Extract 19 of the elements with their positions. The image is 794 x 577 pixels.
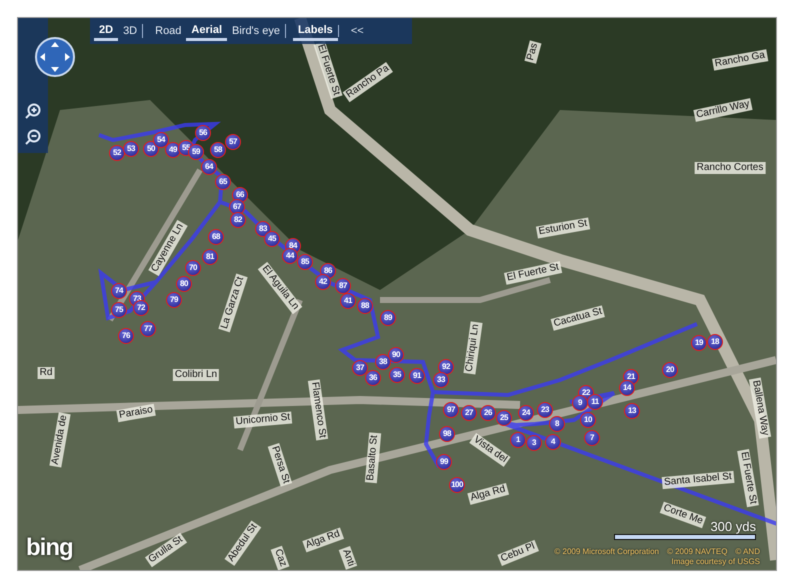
view-tab[interactable]: Bird's eye [227, 20, 285, 42]
zoom-out-icon[interactable] [24, 128, 42, 146]
street-label: Colibri Ln [172, 369, 220, 381]
copyright-text: © 2009 NAVTEQ [666, 547, 728, 556]
view-tab[interactable]: Labels [292, 21, 338, 41]
logo: bing [26, 534, 73, 562]
view-tab[interactable]: 2D [94, 21, 118, 41]
street-label: Rancho Cortes [694, 162, 766, 174]
view-tab[interactable]: << [346, 20, 369, 42]
pan-control-icon[interactable] [34, 36, 76, 78]
street-label: Rd [38, 367, 54, 379]
view-tab[interactable]: Road [150, 20, 186, 42]
image-credit: Image courtesy of USGS [672, 557, 760, 566]
view-tab[interactable]: Aerial [186, 21, 227, 41]
view-tab[interactable]: 3D [118, 20, 142, 42]
copyright-text: © AND [735, 547, 760, 556]
scale-label: 300 yds [710, 519, 756, 534]
copyright-text: © 2009 Microsoft Corporation [554, 547, 659, 556]
zoom-in-icon[interactable] [24, 102, 42, 120]
